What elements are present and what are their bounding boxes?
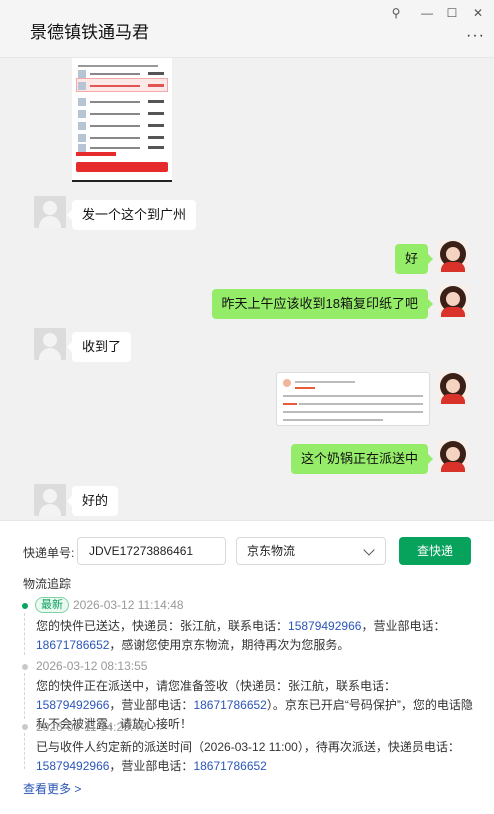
timeline-line (24, 613, 25, 655)
contact-avatar[interactable] (34, 484, 66, 516)
message-bubble-received[interactable]: 好的 (66, 486, 119, 516)
event-description: 已与收件人约定新的派送时间（2026-03-12 11:00），待再次派送，快递… (36, 740, 460, 773)
timeline-dot (22, 664, 28, 670)
message-bubble-received[interactable]: 发一个这个到广州 (66, 200, 197, 230)
title-bar: 景德镇铁通马君 ⚲ — ☐ ✕ ··· (0, 0, 494, 58)
my-avatar[interactable] (437, 240, 469, 272)
message-bubble-sent[interactable]: 好 (394, 244, 434, 274)
latest-badge: 最新 (35, 597, 69, 613)
shared-screenshot-image[interactable] (72, 58, 172, 182)
chat-title: 景德镇铁通马君 (30, 23, 149, 42)
chevron-down-icon (363, 544, 375, 556)
message-bubble-sent[interactable]: 昨天上午应该收到18箱复印纸了吧 (211, 289, 434, 319)
timeline-dot-active (22, 603, 28, 609)
timeline-line (24, 733, 25, 769)
maximize-icon[interactable]: ☐ (443, 6, 461, 20)
timeline-dot (22, 724, 28, 730)
courier-phone-link[interactable]: 15879492966 (36, 759, 109, 773)
more-icon[interactable]: ··· (466, 27, 485, 45)
event-description: 您的快件已送达，快递员：张江航，联系电话：15879492966，营业部电话：1… (36, 619, 446, 652)
courier-phone-link[interactable]: 15879492966 (36, 698, 109, 712)
my-avatar[interactable] (437, 285, 469, 317)
shared-screenshot-image[interactable] (276, 372, 430, 426)
chat-message-area[interactable]: 发一个这个到广州 好 昨天上午应该收到18箱复印纸了吧 收到了 这个奶锅正在派送… (0, 58, 494, 520)
tracking-number-input[interactable]: JDVE17273886461 (77, 537, 226, 565)
my-avatar[interactable] (437, 372, 469, 404)
branch-phone-link[interactable]: 18671786652 (36, 638, 109, 652)
query-express-button[interactable]: 查快递 (399, 537, 471, 565)
pin-icon[interactable]: ⚲ (387, 6, 405, 20)
message-bubble-sent[interactable]: 这个奶锅正在派送中 (290, 444, 434, 474)
courier-phone-link[interactable]: 15879492966 (288, 619, 361, 633)
contact-avatar[interactable] (34, 196, 66, 228)
minimize-icon[interactable]: — (418, 6, 436, 20)
logistics-tracking-title: 物流追踪 (23, 577, 72, 591)
carrier-select-value: 京东物流 (247, 544, 296, 558)
branch-phone-link[interactable]: 18671786652 (193, 759, 266, 773)
tracking-number-label: 快递单号: (23, 546, 75, 560)
branch-phone-link[interactable]: 18671786652 (193, 698, 266, 712)
my-avatar[interactable] (437, 440, 469, 472)
timeline-line (24, 673, 25, 719)
event-time: 2026-03-12 08:13:55 (36, 659, 148, 673)
event-time: 2026-03-11 14:29:46 (36, 720, 147, 734)
see-more-link[interactable]: 查看更多 > (23, 780, 81, 797)
event-time: 2026-03-12 11:14:48 (73, 598, 184, 612)
carrier-select[interactable]: 京东物流 (236, 537, 386, 565)
contact-avatar[interactable] (34, 328, 66, 360)
close-icon[interactable]: ✕ (469, 6, 487, 20)
message-bubble-received[interactable]: 收到了 (66, 332, 132, 362)
express-tracking-panel: 快递单号: JDVE17273886461 京东物流 查快递 物流追踪 最新 2… (0, 520, 494, 814)
